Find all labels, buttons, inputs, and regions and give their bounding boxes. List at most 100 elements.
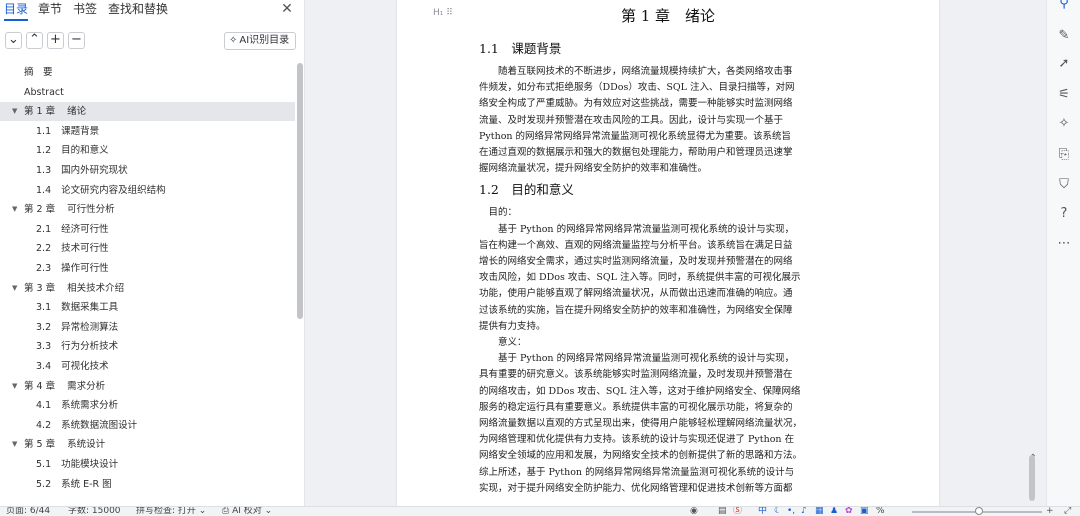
caret-down-icon[interactable]: ▼ (12, 435, 17, 454)
shirt-icon[interactable]: ⛉ (1054, 175, 1074, 195)
navigation-pane: 目录 章节 书签 查找和替换 ✕ ⌄ ⌃ + − ✧ AI识别目录 摘 要 Abst… (0, 0, 305, 506)
toc-item-number: 4.1 (36, 400, 52, 412)
eye-icon[interactable]: ◉ (690, 507, 698, 516)
toc-item-label: 第 4 章需求分析 (24, 377, 105, 396)
paragraph-line: 综上所述，基于 Python 的网络异常网络异常流量监测可视化系统的设计与 (479, 466, 795, 478)
ai-check-button[interactable]: ⎙ AI 校对 ⌄ (222, 507, 272, 516)
tab-chapters[interactable]: 章节 (38, 1, 62, 17)
mic-icon[interactable]: ♪ (801, 507, 807, 516)
toc-item[interactable]: 1.2 目的和意义 (0, 141, 295, 160)
page-indicator[interactable]: 页面: 6/44 (6, 507, 50, 516)
toc-item-text: 系统数据流图设计 (61, 419, 138, 431)
ai-sparkle-icon: ✧ (229, 35, 238, 46)
zoom-in-icon[interactable]: + (1046, 507, 1054, 516)
paragraph-line: Python 的网络异常网络异常流量监测可视化系统显得尤为重要。该系统旨 (479, 130, 792, 142)
zoom-percent[interactable]: % (876, 507, 885, 516)
toc-toolbar: ⌄ ⌃ + − ✧ AI识别目录 (0, 32, 304, 54)
wps-logo-icon[interactable]: Ⓢ (733, 507, 742, 516)
toc-item-label: 摘 要 (24, 63, 53, 82)
fit-screen-icon[interactable]: ⤢ (1064, 507, 1071, 516)
adjust-icon[interactable]: ⚟ (1054, 85, 1074, 105)
toc-item[interactable]: 1.3 国内外研究现状 (0, 161, 295, 180)
chapter-title: 第 1 章 绪论 (620, 7, 716, 25)
toc-item[interactable]: 3.4 可视化技术 (0, 357, 295, 376)
collapse-all-button[interactable]: ⌄ (5, 32, 22, 49)
caret-down-icon[interactable]: ▼ (12, 279, 17, 298)
tab-find-replace[interactable]: 查找和替换 (108, 1, 168, 17)
toc-item-text: 需求分析 (67, 380, 106, 392)
toc-item[interactable]: 3.1 数据采集工具 (0, 298, 295, 317)
skin-icon[interactable]: ✿ (845, 507, 853, 516)
toc-item-text: 系统需求分析 (61, 400, 119, 412)
toc-scrollbar[interactable] (297, 63, 303, 319)
ime-icon[interactable]: 中 (758, 507, 767, 516)
punctuation-icon[interactable]: •, (787, 507, 795, 516)
toc-item[interactable]: ▼ 第 1 章绪论 (0, 102, 295, 122)
close-icon[interactable]: ✕ (279, 0, 295, 18)
toc-item-text: Abstract (24, 86, 64, 98)
caret-down-icon[interactable]: ▼ (12, 102, 17, 121)
toc-item[interactable]: 2.3 操作可行性 (0, 259, 295, 278)
caret-down-icon[interactable]: ▼ (12, 377, 17, 396)
paragraph-line: 意义： (479, 337, 527, 348)
zoom-slider-knob[interactable] (975, 507, 983, 515)
pen-icon[interactable]: ✎ (1054, 26, 1074, 46)
help-icon[interactable]: ? (1054, 204, 1074, 224)
select-cursor-icon[interactable]: ➚ (1054, 54, 1074, 74)
toc-item[interactable]: 5.1 功能模块设计 (0, 455, 295, 474)
document-scrollbar[interactable] (1029, 455, 1035, 501)
toc-item[interactable]: 2.2 技术可行性 (0, 239, 295, 258)
toc-item-text: 论文研究内容及组织结构 (61, 184, 166, 196)
document-page[interactable]: H₁ ⠿ 第 1 章 绪论 1.1 课题背景 随着互联网技术的不断进步，网络流量… (397, 0, 939, 506)
toc-item[interactable]: 1.4 论文研究内容及组织结构 (0, 181, 295, 200)
paragraph-line: 基于 Python 的网络异常网络异常流量监测可视化系统的设计与实现， (479, 353, 795, 365)
tab-bookmarks[interactable]: 书签 (73, 1, 97, 17)
add-heading-button[interactable]: + (47, 32, 64, 49)
toc-item[interactable]: 1.1 课题背景 (0, 122, 295, 141)
page-view-icon[interactable]: ▤ (718, 507, 727, 516)
paragraph-line: 具有重要的研究意义。该系统能够实时监测网络流量，及时发现并预警潜在 (479, 369, 793, 381)
paragraph-line: 服务的稳定运行具有重要意义。系统提供丰富的可视化展示功能，将复杂的 (479, 401, 793, 413)
toc-item-text: 目的和意义 (61, 145, 109, 157)
toc-item[interactable]: 3.2 异常检测算法 (0, 318, 295, 337)
toc-item[interactable]: 摘 要 (0, 63, 295, 82)
caret-down-icon[interactable]: ▼ (12, 200, 17, 219)
toc-item[interactable]: ▼ 第 3 章相关技术介绍 (0, 279, 295, 298)
toc-item[interactable]: 5.2 系统 E-R 图 (0, 475, 295, 494)
toc-item[interactable]: Abstract (0, 83, 295, 102)
toc-item-label: 3.1 数据采集工具 (36, 298, 118, 317)
toc-item-text: 摘 要 (24, 67, 53, 78)
moon-icon[interactable]: ☾ (774, 507, 782, 516)
toc-item-label: 1.2 目的和意义 (36, 141, 109, 160)
toc-item-text: 系统 E-R 图 (61, 478, 112, 490)
magic-icon[interactable]: ✧ (1054, 114, 1074, 134)
tab-toc[interactable]: 目录 (4, 1, 29, 21)
toc-item[interactable]: ▼ 第 2 章可行性分析 (0, 200, 295, 219)
location-icon[interactable]: ⚲ (1054, 0, 1074, 14)
toc-item-number: 第 1 章 (24, 106, 56, 118)
toc-item[interactable]: 4.1 系统需求分析 (0, 396, 295, 415)
toc-item[interactable]: 3.3 行为分析技术 (0, 337, 295, 356)
spell-check-toggle[interactable]: 拼写检查: 打开 ⌄ (136, 507, 206, 516)
toc-item-text: 绪论 (67, 106, 87, 118)
expand-all-button[interactable]: ⌃ (26, 32, 43, 49)
user-icon[interactable]: ♟ (830, 507, 838, 516)
toc-item-text: 课题背景 (61, 125, 100, 137)
toc-item[interactable]: 4.2 系统数据流图设计 (0, 416, 295, 435)
toc-item-text: 系统设计 (67, 439, 106, 451)
remove-heading-button[interactable]: − (68, 32, 85, 49)
more-icon[interactable]: ⋯ (1054, 234, 1074, 254)
paragraph-line: 过该系统的实施，旨在提升网络安全防护的效率和准确性，为网络安全保障 (479, 304, 793, 316)
toc-item-number: 第 3 章 (24, 282, 56, 294)
toolbox-icon[interactable]: ▣ (860, 507, 869, 516)
paragraph-line: 旨在构建一个高效、直观的网络流量监控与分析平台。该系统旨在满足日益 (479, 239, 793, 251)
toc-item[interactable]: ▼ 第 5 章系统设计 (0, 435, 295, 454)
toc-item[interactable]: 2.1 经济可行性 (0, 220, 295, 239)
toc-item[interactable]: ▼ 第 4 章需求分析 (0, 377, 295, 396)
keyboard-icon[interactable]: ▦ (815, 507, 824, 516)
word-count[interactable]: 字数: 15000 (68, 507, 121, 516)
translate-icon[interactable]: ⎘ (1054, 145, 1074, 165)
toc-item-label: 4.2 系统数据流图设计 (36, 416, 137, 435)
wps-writer-window: 目录 章节 书签 查找和替换 ✕ ⌄ ⌃ + − ✧ AI识别目录 摘 要 Abst… (0, 0, 1080, 516)
ai-toc-button[interactable]: ✧ AI识别目录 (224, 32, 296, 50)
